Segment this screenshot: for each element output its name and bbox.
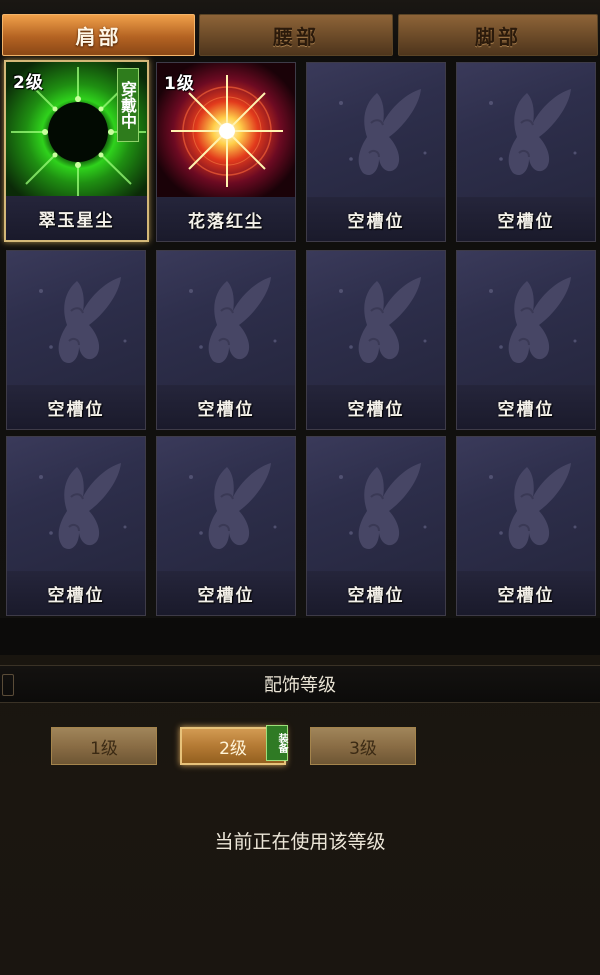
empty-slot[interactable]: 空槽位: [306, 62, 446, 242]
level-badge: 2级: [13, 73, 44, 93]
butterfly-icon: [307, 437, 445, 573]
slot-name: 空槽位: [457, 197, 595, 241]
status-text: 当前正在使用该等级: [214, 831, 386, 853]
empty-slot[interactable]: 空槽位: [306, 250, 446, 430]
empty-slot[interactable]: 空槽位: [456, 436, 596, 616]
butterfly-icon: [7, 437, 145, 573]
accessory-slot[interactable]: 1级 花落红尘: [156, 62, 296, 242]
slot-name: 空槽位: [307, 571, 445, 615]
tab-waist[interactable]: 腰部: [199, 14, 393, 56]
butterfly-icon: [307, 63, 445, 199]
empty-slot[interactable]: 空槽位: [456, 62, 596, 242]
slot-name: 空槽位: [7, 571, 145, 615]
wearing-badge: 穿戴中: [117, 68, 139, 142]
slot-name: 翠玉星尘: [6, 196, 147, 240]
butterfly-icon: [7, 251, 145, 387]
tab-feet[interactable]: 脚部: [398, 14, 598, 56]
butterfly-icon: [457, 63, 595, 199]
empty-slot[interactable]: 空槽位: [156, 436, 296, 616]
slot-name: 空槽位: [307, 385, 445, 429]
level-badge: 1级: [164, 74, 195, 94]
section-title: 配饰等级: [264, 675, 336, 696]
accessory-slot[interactable]: 2级 穿戴中 翠玉星尘: [4, 60, 149, 242]
butterfly-icon: [457, 437, 595, 573]
ornament-icon: [2, 674, 14, 696]
slot-name: 空槽位: [157, 571, 295, 615]
slot-name: 空槽位: [457, 571, 595, 615]
slot-name: 空槽位: [157, 385, 295, 429]
equipped-tag: 装备: [266, 725, 288, 761]
accessory-grid: 2级 穿戴中 翠玉星尘 1级 花落红尘 空槽位 空槽位 空槽位 空槽位 空槽位 …: [0, 58, 600, 618]
empty-slot[interactable]: 空槽位: [306, 436, 446, 616]
empty-slot[interactable]: 空槽位: [456, 250, 596, 430]
slot-name: 空槽位: [457, 385, 595, 429]
section-header: 配饰等级: [0, 665, 600, 703]
tab-shoulder[interactable]: 肩部: [2, 14, 195, 56]
level-1-button[interactable]: 1级: [51, 727, 157, 765]
butterfly-icon: [157, 251, 295, 387]
slot-name: 花落红尘: [157, 197, 295, 241]
level-3-button[interactable]: 3级: [310, 727, 416, 765]
slot-name: 空槽位: [7, 385, 145, 429]
empty-slot[interactable]: 空槽位: [156, 250, 296, 430]
butterfly-icon: [307, 251, 445, 387]
empty-slot[interactable]: 空槽位: [6, 250, 146, 430]
empty-slot[interactable]: 空槽位: [6, 436, 146, 616]
tab-bar: 肩部 腰部 脚部: [0, 0, 600, 62]
slot-name: 空槽位: [307, 197, 445, 241]
butterfly-icon: [157, 437, 295, 573]
level-panel: 配饰等级 1级 2级 装备 3级 当前正在使用该等级: [0, 655, 600, 975]
butterfly-icon: [457, 251, 595, 387]
